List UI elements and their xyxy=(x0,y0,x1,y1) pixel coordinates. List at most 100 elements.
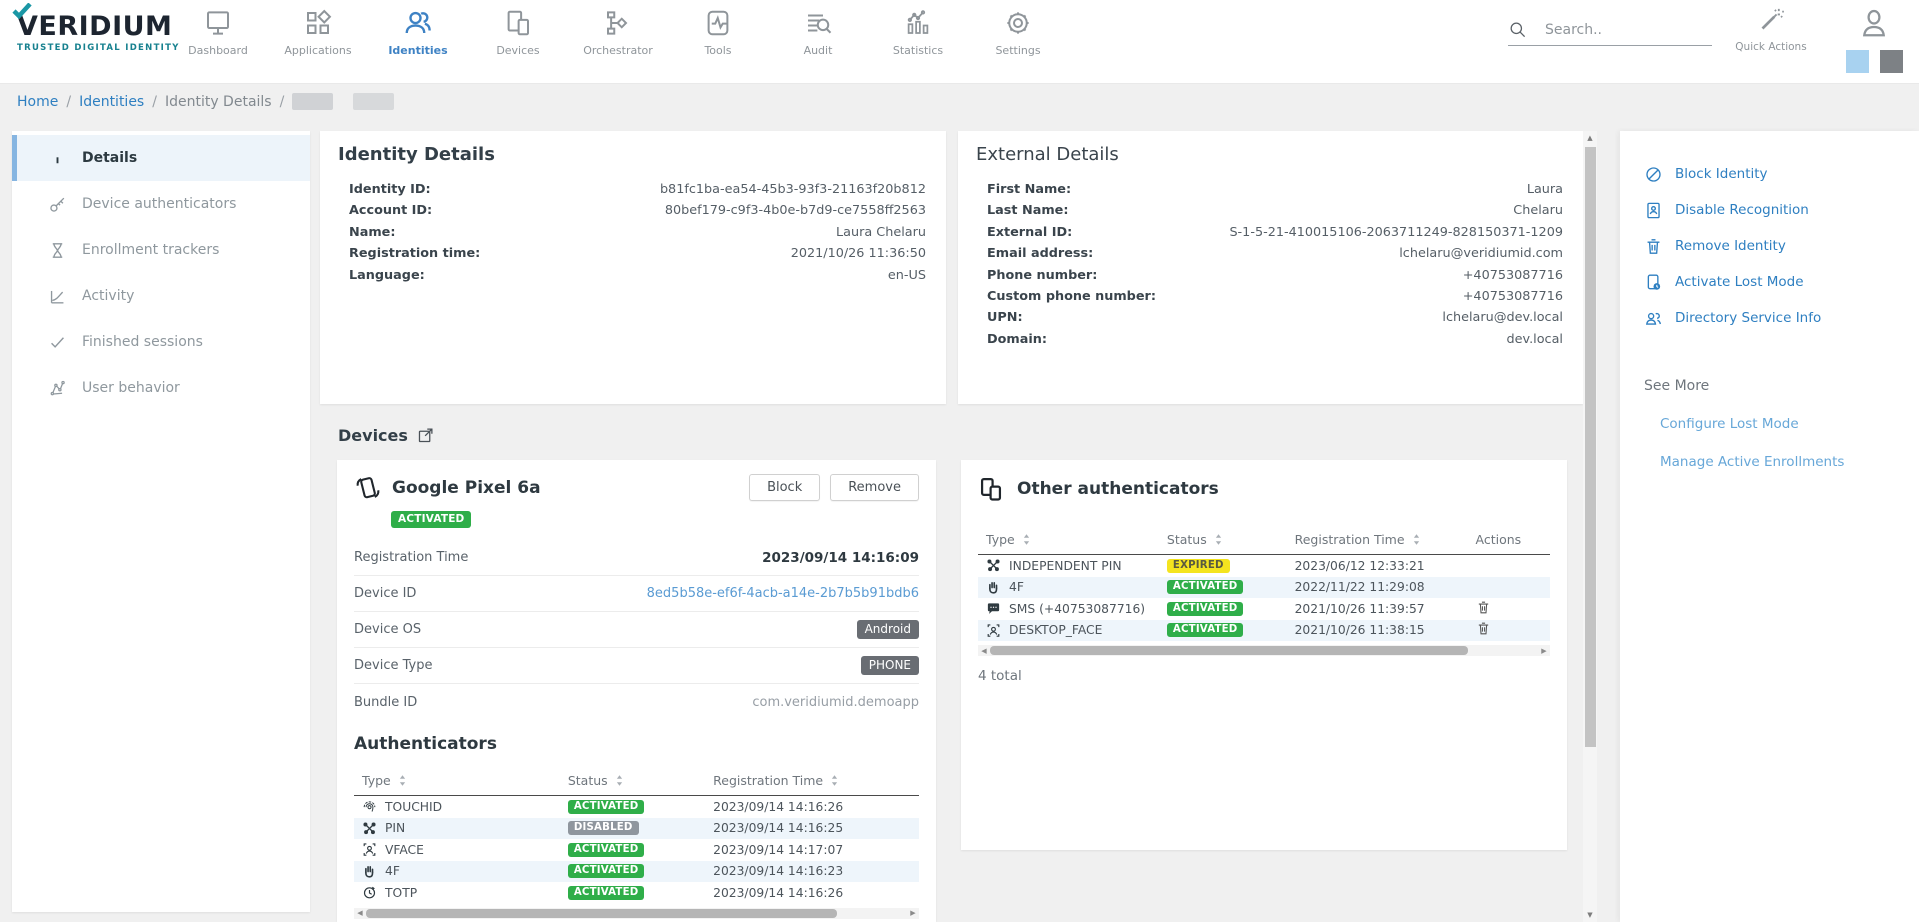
device-status-badge: ACTIVATED xyxy=(391,511,471,528)
search-icon xyxy=(1508,20,1527,39)
action-directory-service-info[interactable]: Directory Service Info xyxy=(1644,300,1899,336)
vertical-scrollbar[interactable]: ▲ ▼ xyxy=(1583,131,1597,922)
action-activate-lost-mode[interactable]: Activate Lost Mode xyxy=(1644,264,1899,300)
field-first-name: First Name: Laura xyxy=(987,182,1563,203)
authenticator-row-vface: VFACE ACTIVATED 2023/09/14 14:17:07 xyxy=(354,839,919,861)
header: VERIDIUM TRUSTED DIGITAL IDENTITY Dashbo… xyxy=(0,0,1919,84)
link-manage-active-enrollments[interactable]: Manage Active Enrollments xyxy=(1660,454,1899,470)
delete-authenticator-button[interactable] xyxy=(1476,621,1491,639)
nav-item-applications[interactable]: Applications xyxy=(268,7,368,57)
device-type-badge: PHONE xyxy=(861,656,919,675)
nav-item-orchestrator[interactable]: Orchestrator xyxy=(568,7,668,57)
sort-icon xyxy=(1413,534,1420,545)
other-auth-row-sms: SMS (+40753087716) ACTIVATED 2021/10/26 … xyxy=(978,598,1550,620)
scroll-right-arrow[interactable]: ▶ xyxy=(907,909,919,917)
trash-icon xyxy=(1476,621,1491,636)
top-nav: Dashboard Applications Identities Device… xyxy=(168,7,1068,57)
scroll-down-arrow[interactable]: ▼ xyxy=(1583,911,1597,919)
quick-actions-button[interactable]: Quick Actions xyxy=(1728,6,1814,53)
veridium-logo[interactable]: VERIDIUM TRUSTED DIGITAL IDENTITY xyxy=(17,12,180,53)
device-row-device-type: Device Type PHONE xyxy=(354,648,919,684)
scrollbar-thumb[interactable] xyxy=(366,909,837,918)
tools-icon xyxy=(668,7,768,39)
external-details-card: External Details First Name: Laura Last … xyxy=(958,131,1583,404)
sort-icon xyxy=(616,775,623,786)
action-disable-recognition[interactable]: Disable Recognition xyxy=(1644,192,1899,228)
sidebar-item-activity[interactable]: Activity xyxy=(12,273,310,319)
block-device-button[interactable]: Block xyxy=(749,474,820,501)
status-badge: ACTIVATED xyxy=(568,843,645,857)
column-header-type[interactable]: Type xyxy=(978,532,1167,547)
multi-device-icon xyxy=(978,475,1006,503)
nav-item-devices[interactable]: Devices xyxy=(468,7,568,57)
nav-item-dashboard[interactable]: Dashboard xyxy=(168,7,268,57)
trash-icon xyxy=(1476,600,1491,615)
nav-item-audit[interactable]: Audit xyxy=(768,7,868,57)
column-header-type[interactable]: Type xyxy=(354,773,568,788)
status-badge: ACTIVATED xyxy=(1167,580,1244,594)
other-authenticators-card: Other authenticators Type Status Registr… xyxy=(961,460,1567,850)
sidebar-item-details[interactable]: Details xyxy=(12,135,310,181)
nav-item-statistics[interactable]: Statistics xyxy=(868,7,968,57)
device-row-registration-time: Registration Time 2023/09/14 14:16:09 xyxy=(354,540,919,576)
trash-icon xyxy=(1644,237,1663,256)
identities-icon xyxy=(368,7,468,39)
search-input[interactable] xyxy=(1545,22,1695,38)
delete-authenticator-button[interactable] xyxy=(1476,600,1491,618)
sidebar-item-enrollment-trackers[interactable]: Enrollment trackers xyxy=(12,227,310,273)
other-auth-row-4f: 4F ACTIVATED 2022/11/22 11:29:08 xyxy=(978,577,1550,599)
action-block-identity[interactable]: Block Identity xyxy=(1644,156,1899,192)
details-sidebar: Details Device authenticators Enrollment… xyxy=(12,131,310,912)
sms-bubble-icon xyxy=(986,601,1001,616)
applications-icon xyxy=(268,7,368,39)
field-email: Email address: lchelaru@veridiumid.com xyxy=(987,246,1563,267)
column-header-registration-time[interactable]: Registration Time xyxy=(1295,532,1476,547)
authenticator-row-pin: PIN DISABLED 2023/09/14 14:16:25 xyxy=(354,818,919,840)
hand-icon xyxy=(986,580,1001,595)
nav-item-settings[interactable]: Settings xyxy=(968,7,1068,57)
lost-mode-icon xyxy=(1644,273,1663,292)
scrollbar-thumb[interactable] xyxy=(1585,147,1596,747)
sidebar-item-device-authenticators[interactable]: Device authenticators xyxy=(12,181,310,227)
horizontal-scrollbar[interactable]: ◀ ▶ xyxy=(978,645,1550,656)
theme-swatch-gray xyxy=(1880,50,1903,73)
remove-device-button[interactable]: Remove xyxy=(830,474,919,501)
breadcrumb-home[interactable]: Home xyxy=(17,94,58,110)
horizontal-scrollbar[interactable]: ◀ ▶ xyxy=(354,908,919,919)
profile-menu[interactable] xyxy=(1843,6,1905,73)
scrollbar-thumb[interactable] xyxy=(990,646,1468,655)
brand-name: VERIDIUM xyxy=(17,11,172,42)
external-link-icon[interactable] xyxy=(417,427,434,444)
device-row-device-os: Device OS Android xyxy=(354,612,919,648)
id-card-icon xyxy=(1644,201,1663,220)
column-header-status[interactable]: Status xyxy=(568,773,713,788)
status-badge: ACTIVATED xyxy=(1167,623,1244,637)
breadcrumb-identities[interactable]: Identities xyxy=(79,94,144,110)
global-search xyxy=(1508,20,1712,46)
block-icon xyxy=(1644,165,1663,184)
column-header-registration-time[interactable]: Registration Time xyxy=(713,773,919,788)
link-configure-lost-mode[interactable]: Configure Lost Mode xyxy=(1660,416,1899,432)
sort-icon xyxy=(1023,534,1030,545)
device-card-google-pixel-6a: Google Pixel 6a Block Remove ACTIVATED R… xyxy=(337,460,936,922)
field-last-name: Last Name: Chelaru xyxy=(987,203,1563,224)
sidebar-item-finished-sessions[interactable]: Finished sessions xyxy=(12,319,310,365)
orchestrator-icon xyxy=(568,7,668,39)
scroll-left-arrow[interactable]: ◀ xyxy=(354,909,366,917)
field-upn: UPN: lchelaru@dev.local xyxy=(987,310,1563,331)
total-count: 4 total xyxy=(978,668,1550,684)
scroll-up-arrow[interactable]: ▲ xyxy=(1583,134,1597,142)
column-header-status[interactable]: Status xyxy=(1167,532,1295,547)
field-account-id: Account ID: 80bef179-c9f3-4b0e-b7d9-ce75… xyxy=(349,203,926,224)
authenticator-row-totp: TOTP ACTIVATED 2023/09/14 14:16:26 xyxy=(354,882,919,904)
scroll-left-arrow[interactable]: ◀ xyxy=(978,647,990,655)
info-icon xyxy=(48,149,67,168)
rotating-phone-icon xyxy=(354,474,382,502)
device-id-link[interactable]: 8ed5b58e-ef6f-4acb-a14e-2b7b5b91bdb6 xyxy=(647,586,919,601)
nav-item-tools[interactable]: Tools xyxy=(668,7,768,57)
nav-item-identities[interactable]: Identities xyxy=(368,7,468,57)
pin-pattern-icon xyxy=(986,558,1001,573)
action-remove-identity[interactable]: Remove Identity xyxy=(1644,228,1899,264)
scroll-right-arrow[interactable]: ▶ xyxy=(1538,647,1550,655)
sidebar-item-user-behavior[interactable]: User behavior xyxy=(12,365,310,411)
